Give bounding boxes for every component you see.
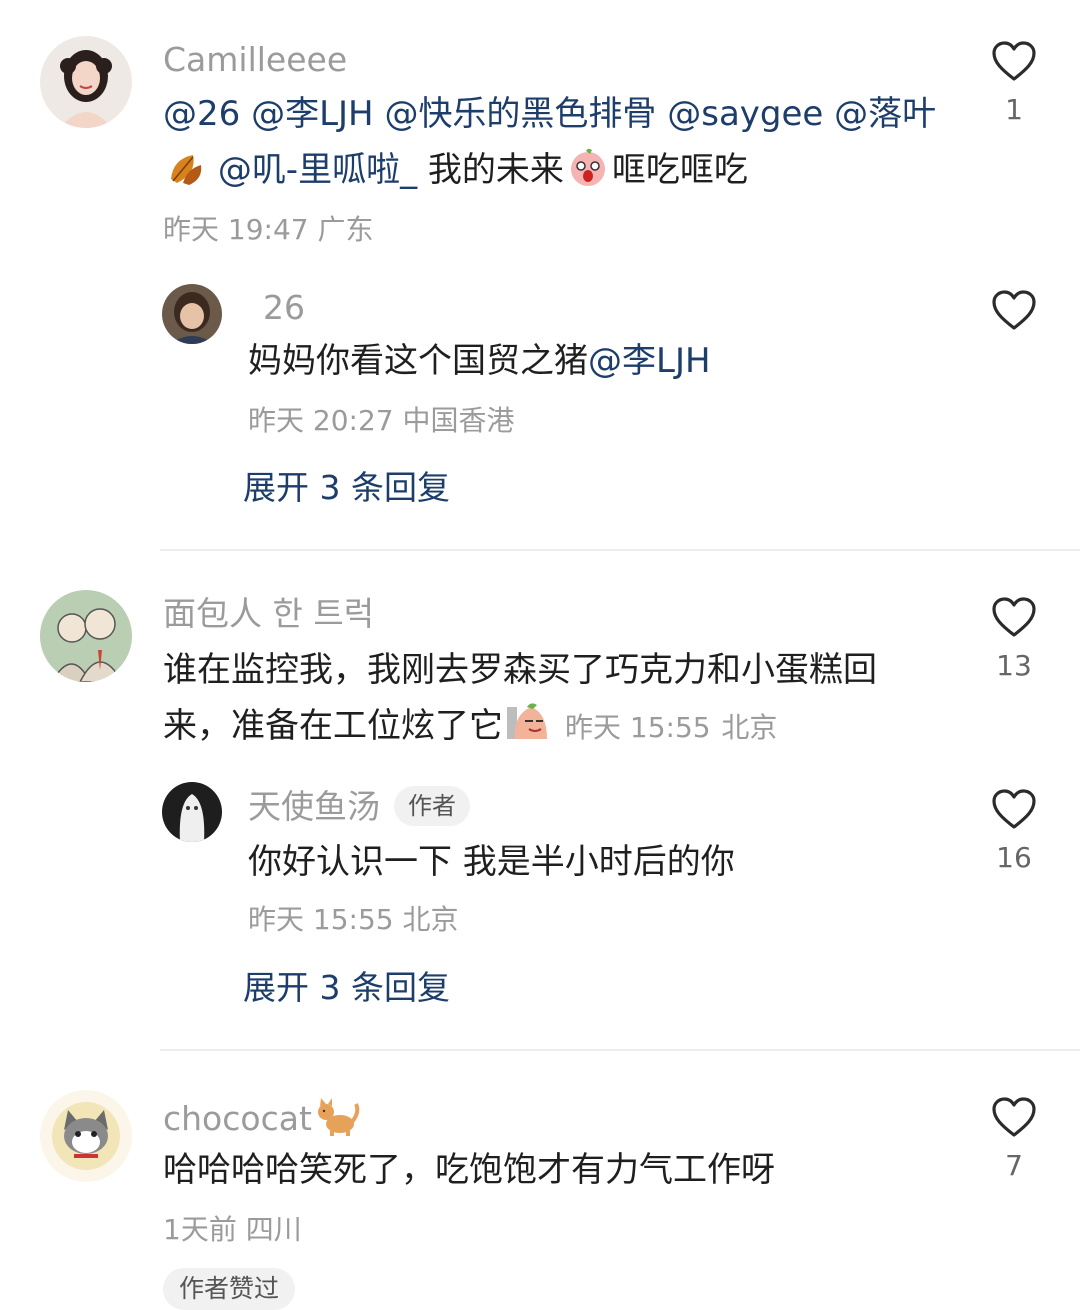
like-button[interactable]: 16 (984, 788, 1044, 874)
girl-avatar-icon (40, 36, 132, 128)
reply-username-text[interactable]: 天使鱼汤 (248, 787, 380, 826)
comment-list: Camilleeee @26 @李LJH @快乐的黑色排骨 @saygee @落… (0, 0, 1080, 1310)
comment-text-line: 来，准备在工位炫了它 昨天 15:55 北京 (163, 698, 953, 762)
heart-icon (992, 1097, 1036, 1137)
comment-text: @26 @李LJH @快乐的黑色排骨 @saygee @落叶 @叽-里呱啦_ 我… (163, 86, 953, 206)
comment-time: 昨天 19:47 (163, 213, 309, 246)
reply-location: 北京 (402, 903, 459, 936)
comment-text: 哈哈哈哈笑死了，吃饱饱才有力气工作呀 (163, 1150, 775, 1190)
expand-replies-button[interactable]: 展开 3 条回复 (243, 966, 450, 1010)
like-count: 16 (996, 841, 1032, 874)
comment-text-plain: 来，准备在工位炫了它 (163, 706, 503, 746)
reply-text: 妈妈你看这个国贸之猪@李LJH (248, 333, 948, 389)
comment-time: 1天前 (163, 1213, 237, 1246)
like-button[interactable]: 7 (984, 1096, 1044, 1182)
avatar-camilleeee[interactable] (40, 36, 132, 128)
fallen-leaf-emoji-icon (165, 149, 205, 206)
avatar-breadman[interactable] (40, 590, 132, 682)
comment-location: 四川 (245, 1213, 302, 1246)
cat-emoji-icon (314, 1094, 360, 1147)
comment-text-plain: 我的未来 (427, 150, 564, 190)
comment-username: chococat (163, 1094, 362, 1147)
reply-text: 你好认识一下 我是半小时后的你 (248, 842, 735, 882)
white-figure-avatar-icon (162, 782, 222, 842)
avatar-26[interactable] (162, 284, 222, 344)
mention-link[interactable]: @saygee (667, 94, 823, 134)
mention-link[interactable]: @快乐的黑色排骨 (384, 94, 656, 134)
reply-username[interactable]: 26 (263, 288, 305, 328)
reply-username: 天使鱼汤 作者 (248, 786, 470, 827)
author-badge: 作者 (394, 786, 470, 826)
heart-icon (992, 41, 1036, 81)
comment-text-line: 谁在监控我，我刚去罗森买了巧克力和小蛋糕回 (163, 650, 877, 690)
author-liked-badge: 作者赞过 (163, 1268, 296, 1310)
cartoon-couple-avatar-icon (40, 590, 132, 682)
comment-text-plain: 哐吃哐吃 (611, 150, 748, 190)
like-count: 13 (996, 649, 1032, 682)
divider (160, 1049, 1080, 1051)
comment-meta: 1天前 四川 (163, 1212, 302, 1248)
like-count: 1 (1005, 93, 1023, 126)
heart-icon (992, 597, 1036, 637)
reply-meta: 昨天 15:55 北京 (248, 902, 459, 938)
comment-text: 谁在监控我，我刚去罗森买了巧克力和小蛋糕回 来，准备在工位炫了它 昨天 15:55… (163, 642, 953, 762)
child-avatar-icon (162, 284, 222, 344)
mention-link[interactable]: @李LJH (588, 341, 711, 381)
reply-location: 中国香港 (402, 404, 515, 437)
shocked-face-emoji-icon (566, 145, 610, 206)
comment-username[interactable]: Camilleeee (163, 40, 347, 80)
heart-icon (992, 789, 1036, 829)
comment-username-text[interactable]: chococat (163, 1099, 312, 1138)
reply-meta: 昨天 20:27 中国香港 (248, 403, 515, 439)
comment-username[interactable]: 面包人 한 트럭 (163, 594, 374, 634)
reply-time: 昨天 20:27 (248, 404, 394, 437)
mention-link[interactable]: @李LJH (251, 94, 374, 134)
avatar-chococat[interactable] (40, 1090, 132, 1182)
expand-replies-button[interactable]: 展开 3 条回复 (243, 466, 450, 510)
reply-text-plain: 妈妈你看这个国贸之猪 (248, 341, 588, 381)
heart-icon (992, 290, 1036, 330)
comment-location: 北京 (721, 711, 778, 744)
sly-peach-emoji-icon (505, 699, 551, 762)
comment-meta: 昨天 19:47 广东 (163, 212, 374, 248)
mention-link[interactable]: @落叶 (834, 94, 936, 134)
like-count: 7 (1005, 1149, 1023, 1182)
divider (160, 549, 1080, 551)
cat-avatar-icon (40, 1090, 132, 1182)
comment-location: 广东 (317, 213, 374, 246)
mention-link[interactable]: @26 (163, 94, 240, 134)
like-button[interactable] (984, 289, 1044, 331)
like-button[interactable]: 13 (984, 596, 1044, 682)
mention-link[interactable]: @叽-里呱啦_ (218, 150, 417, 190)
reply-time: 昨天 15:55 (248, 903, 394, 936)
comment-time: 昨天 15:55 (565, 711, 711, 744)
avatar-tianshi[interactable] (162, 782, 222, 842)
like-button[interactable]: 1 (984, 40, 1044, 126)
